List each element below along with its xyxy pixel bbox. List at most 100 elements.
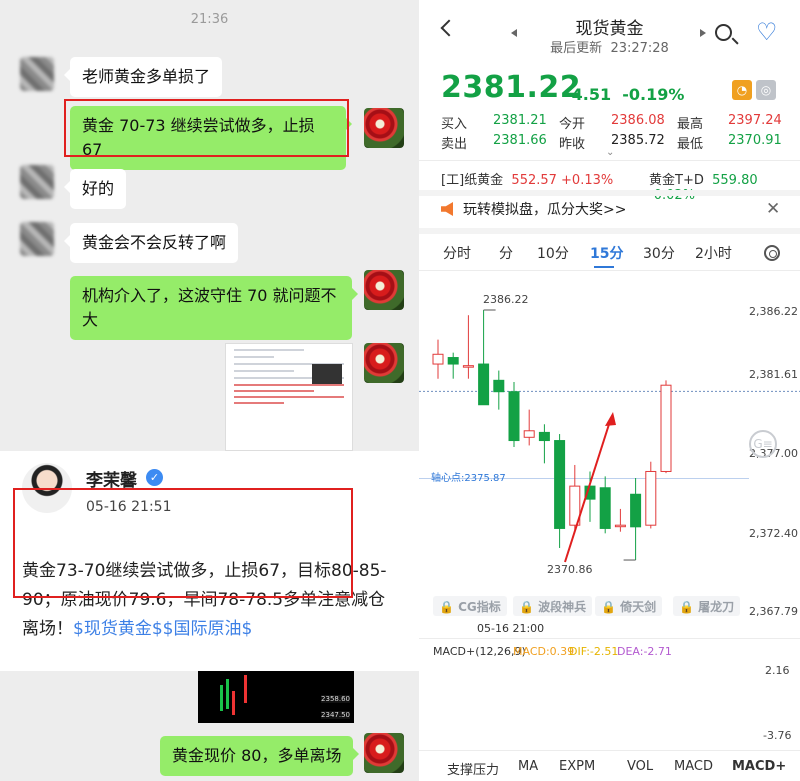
value-low: 2370.91 — [728, 133, 782, 148]
favorite-heart-icon[interactable]: ♡ — [756, 20, 778, 44]
tab-10min[interactable]: 10分 — [537, 243, 569, 263]
close-icon[interactable]: ✕ — [766, 199, 780, 219]
divider — [419, 190, 800, 196]
label-prev-close: 昨收 — [559, 137, 586, 152]
candle-body — [478, 363, 490, 406]
next-instrument-icon[interactable] — [700, 29, 706, 37]
contact-avatar[interactable] — [20, 57, 54, 91]
screenshot-thumbnail[interactable] — [225, 343, 353, 451]
candle-body — [599, 487, 611, 529]
axis-tick: 2,367.79 — [749, 605, 798, 618]
divider — [419, 750, 800, 751]
compare-icon[interactable]: ◎ — [756, 80, 776, 100]
pivot-label: 轴心点:2375.87 — [431, 473, 506, 484]
macd-name: MACD+(12,26,9) — [433, 645, 526, 658]
instrument-title: 现货黄金 — [575, 19, 644, 39]
value-open: 2386.08 — [611, 113, 665, 128]
tab-1min[interactable]: 分 — [499, 243, 513, 263]
quote-header: 现货黄金 最后更新 23:27:28 ♡ — [419, 0, 800, 60]
value-ask: 2381.66 — [493, 133, 547, 148]
value-high: 2397.24 — [728, 113, 782, 128]
divider — [419, 228, 800, 234]
label-bid: 买入 — [441, 117, 468, 132]
active-tab-indicator — [594, 266, 614, 268]
expand-chevron-icon[interactable]: ⌄ — [606, 147, 614, 158]
btab-support[interactable]: 支撑压力 — [447, 759, 499, 778]
indicator-cg[interactable]: 🔒 CG指标 — [433, 596, 507, 616]
chat-message: 老师黄金多单损了 — [63, 57, 223, 97]
candle-body — [538, 431, 550, 442]
chat-message: 好的 — [63, 169, 127, 209]
ref-paper-gold[interactable]: [工]纸黄金 552.57 +0.13% — [441, 169, 613, 188]
change-abs: -4.51 — [565, 85, 612, 104]
btab-macd[interactable]: MACD — [674, 759, 713, 774]
chart-thumbnail[interactable]: 2358.60 2347.50 — [198, 671, 354, 723]
axis-tick: 2,381.61 — [749, 368, 798, 381]
my-avatar[interactable] — [364, 733, 404, 773]
label-high: 最高 — [677, 117, 704, 132]
label-open: 今开 — [559, 117, 586, 132]
btab-expm[interactable]: EXPM — [559, 759, 595, 774]
btab-ma[interactable]: MA — [518, 759, 538, 774]
indicator-yitian[interactable]: 🔒 倚天剑 — [595, 596, 663, 616]
candle-body — [432, 353, 444, 365]
indicator-label: 倚天剑 — [620, 600, 657, 614]
ref-gold-td[interactable]: 黄金T+D 559.80 -0.02% — [649, 169, 800, 203]
chat-panel: 21:36 老师黄金多单损了 黄金 70-73 继续尝试做多，止损 67 好的 … — [0, 0, 419, 781]
min-price-label: 2370.86 — [547, 563, 593, 576]
ref-name: 黄金T+D — [649, 173, 704, 188]
my-avatar[interactable] — [364, 343, 404, 383]
divider — [419, 160, 800, 161]
chat-message: 黄金会不会反转了啊 — [63, 223, 239, 263]
tab-15min[interactable]: 15分 — [590, 243, 623, 263]
alert-icon[interactable]: ◔ — [732, 80, 752, 100]
btab-macdplus[interactable]: MACD+ — [732, 759, 786, 774]
axis-tick: 2,372.40 — [749, 527, 798, 540]
max-price-label: 2386.22 — [483, 293, 529, 306]
ref-value: 552.57 +0.13% — [511, 173, 614, 188]
chat-message: 黄金现价 80，多单离场 — [160, 736, 360, 776]
chat-message: 机构介入了，这波守住 70 就问题不大 — [70, 276, 358, 340]
value-bid: 2381.21 — [493, 113, 547, 128]
settings-icon[interactable] — [764, 245, 780, 261]
tab-timeshare[interactable]: 分时 — [443, 243, 471, 263]
thumb-price: 2358.60 — [321, 695, 350, 703]
update-label: 最后更新 — [550, 41, 603, 56]
candle-body — [523, 430, 535, 438]
macd-bottom-label: -3.76 — [763, 729, 792, 742]
my-avatar[interactable] — [364, 108, 404, 148]
change-pct: -0.19% — [622, 85, 685, 104]
verified-badge-icon: ✓ — [146, 469, 163, 486]
divider — [419, 638, 800, 639]
my-avatar[interactable] — [364, 270, 404, 310]
tab-2hour[interactable]: 2小时 — [695, 243, 732, 263]
value-prev-close: 2385.72 — [611, 133, 665, 148]
candle-body — [630, 493, 642, 528]
candle-body — [493, 379, 505, 393]
label-ask: 卖出 — [441, 137, 468, 152]
macd-value: MACD:0.39 — [513, 645, 575, 658]
promo-banner[interactable]: 玩转模拟盘，瓜分大奖>> — [463, 199, 626, 219]
macd-top-label: 2.16 — [765, 664, 790, 677]
indicator-label: 屠龙刀 — [698, 600, 735, 614]
contact-avatar[interactable] — [20, 165, 54, 199]
post-tags[interactable]: $现货黄金$$国际原油$ — [73, 619, 252, 639]
search-icon[interactable] — [715, 24, 732, 41]
tab-30min[interactable]: 30分 — [643, 243, 675, 263]
candle-body — [462, 365, 474, 368]
ref-name: [工]纸黄金 — [441, 173, 504, 188]
candle-body — [645, 470, 657, 526]
indicator-tulong[interactable]: 🔒 屠龙刀 — [673, 596, 741, 616]
candle-body — [614, 524, 626, 528]
indicator-band[interactable]: 🔒 波段神兵 — [513, 596, 593, 616]
btab-vol[interactable]: VOL — [627, 759, 653, 774]
candle-body — [660, 384, 672, 472]
candle-body — [508, 391, 520, 442]
last-price: 2381.22 — [441, 70, 582, 105]
date-stamp: 05-16 21:00 — [477, 622, 545, 635]
contact-avatar[interactable] — [20, 222, 54, 256]
label-low: 最低 — [677, 137, 704, 152]
highlight-box — [64, 99, 349, 157]
trend-arrow-head — [605, 412, 616, 426]
kline-chart[interactable] — [419, 270, 800, 622]
